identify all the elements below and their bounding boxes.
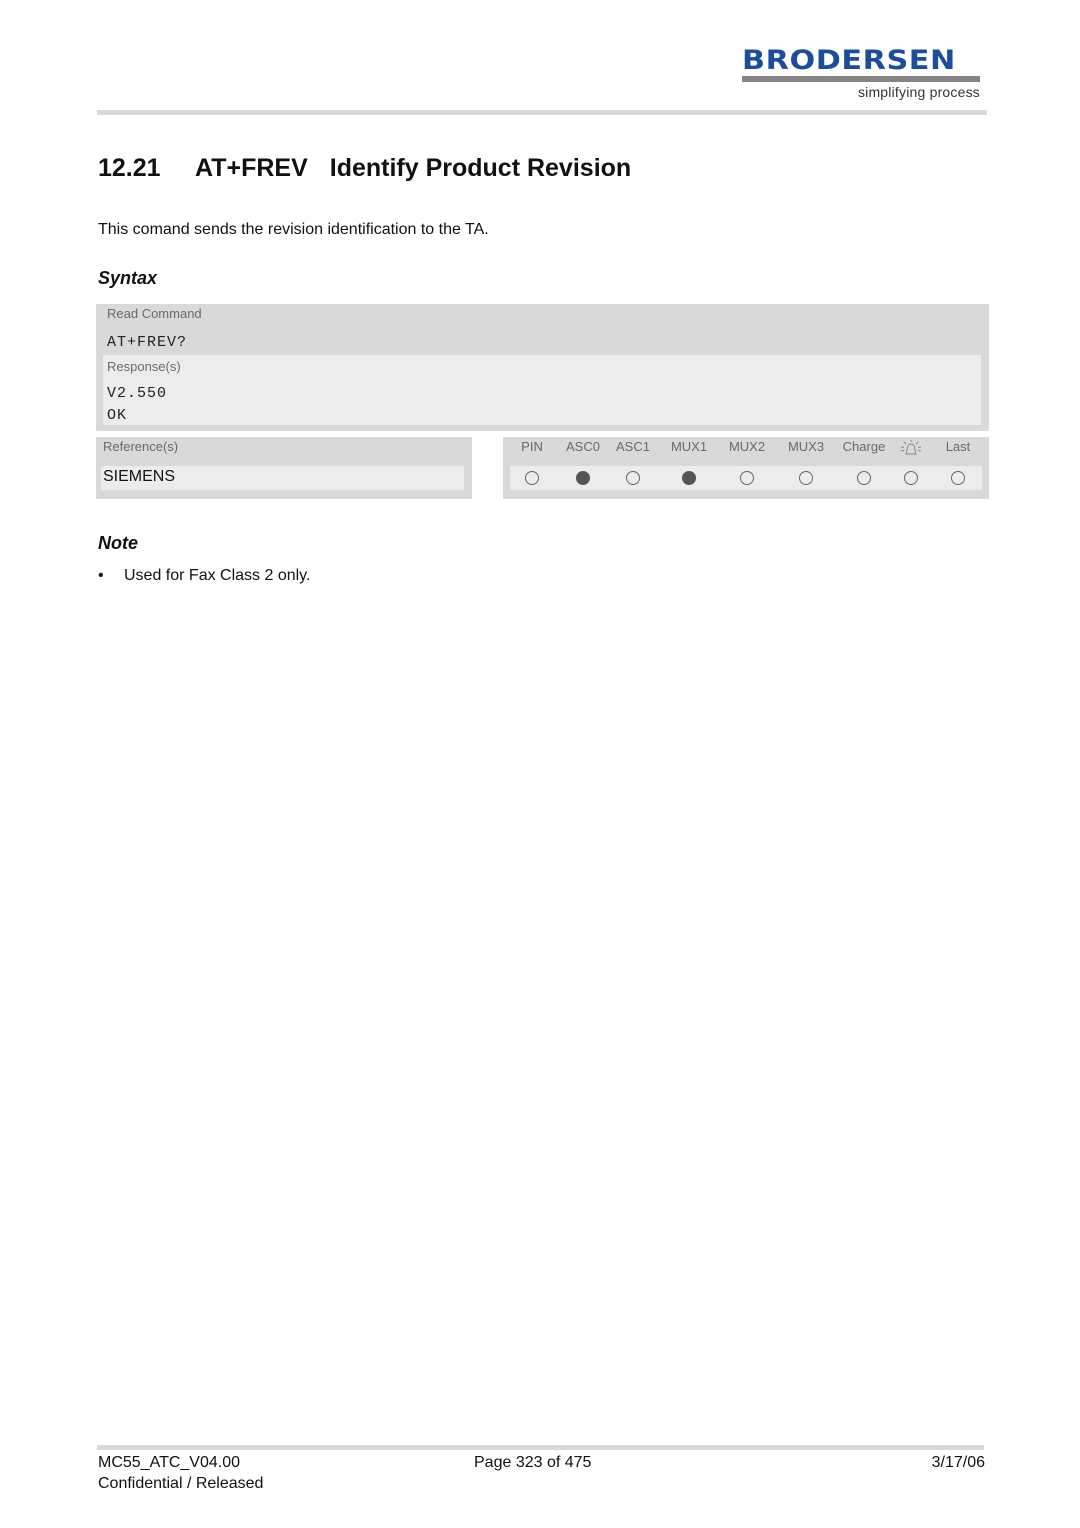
status-indicator: [682, 471, 696, 485]
status-indicator: [799, 471, 813, 485]
read-command: AT+FREV?: [107, 334, 188, 351]
reference-box: Reference(s) SIEMENS: [96, 437, 472, 499]
footer-date: 3/17/06: [931, 1454, 985, 1471]
status-col-label: Charge: [842, 439, 886, 454]
syntax-box: Read Command AT+FREV? Response(s) V2.550…: [96, 304, 989, 431]
status-col-asc0: ASC0: [560, 437, 606, 499]
status-col-label: PIN: [521, 439, 543, 454]
footer-page-number: Page 323 of 475: [474, 1454, 592, 1471]
status-col-charge: Charge: [837, 437, 891, 499]
status-table: PIN ASC0 ASC1 MUX1 MUX2 MUX3 Charge Last: [503, 437, 989, 499]
status-col-mux2: MUX2: [723, 437, 771, 499]
brodersen-logo: BRODERSEN simplifying process: [742, 46, 980, 104]
responses-box: Response(s) V2.550 OK: [103, 355, 981, 425]
read-command-label: Read Command: [107, 306, 202, 321]
reference-value: SIEMENS: [103, 468, 176, 485]
status-col-label: Last: [945, 439, 971, 454]
logo-underline-bar: [742, 76, 980, 82]
footer-divider: [97, 1445, 984, 1450]
note-heading: Note: [98, 533, 138, 553]
responses-label: Response(s): [107, 359, 181, 374]
footer-doc-id: MC55_ATC_V04.00: [98, 1454, 240, 1471]
status-indicator: [576, 471, 590, 485]
response-line: V2.550: [107, 385, 168, 402]
intro-paragraph: This comand sends the revision identific…: [98, 221, 489, 238]
section-number: 12.21: [98, 154, 161, 182]
status-indicator: [857, 471, 871, 485]
footer-classification: Confidential / Released: [98, 1475, 264, 1492]
status-col-mux1: MUX1: [665, 437, 713, 499]
logo-wordmark: BRODERSEN: [742, 45, 956, 76]
bullet: •: [98, 567, 104, 584]
status-indicator: [740, 471, 754, 485]
reference-value-cell: SIEMENS: [101, 466, 464, 490]
header-divider: [97, 110, 987, 115]
status-col-pin: PIN: [510, 437, 554, 499]
syntax-heading: Syntax: [98, 268, 158, 288]
section-title-text: Identify Product Revision: [329, 154, 632, 182]
note-list-item: • Used for Fax Class 2 only.: [98, 567, 310, 585]
status-indicator: [525, 471, 539, 485]
response-line: OK: [107, 407, 128, 424]
status-col-mux3: MUX3: [782, 437, 830, 499]
reference-label: Reference(s): [103, 439, 179, 454]
status-indicator: [626, 471, 640, 485]
status-col-last: Last: [937, 437, 979, 499]
section-command: AT+FREV: [195, 154, 308, 182]
status-col-label: ASC1: [616, 439, 650, 454]
logo-tagline: simplifying process: [857, 84, 980, 100]
status-col-label: MUX2: [728, 439, 766, 454]
status-col-label: ASC0: [566, 439, 600, 454]
status-col-label: MUX1: [670, 439, 708, 454]
note-text: Used for Fax Class 2 only.: [124, 567, 311, 584]
status-indicator: [951, 471, 965, 485]
status-col-asc1: ASC1: [610, 437, 656, 499]
status-col-alarm: [896, 437, 926, 499]
status-indicator: [904, 471, 918, 485]
status-col-label: MUX3: [787, 439, 825, 454]
section-title: 12.21 AT+FREV Identify Product Revision: [98, 154, 631, 183]
alarm-bell-icon: [900, 440, 922, 455]
